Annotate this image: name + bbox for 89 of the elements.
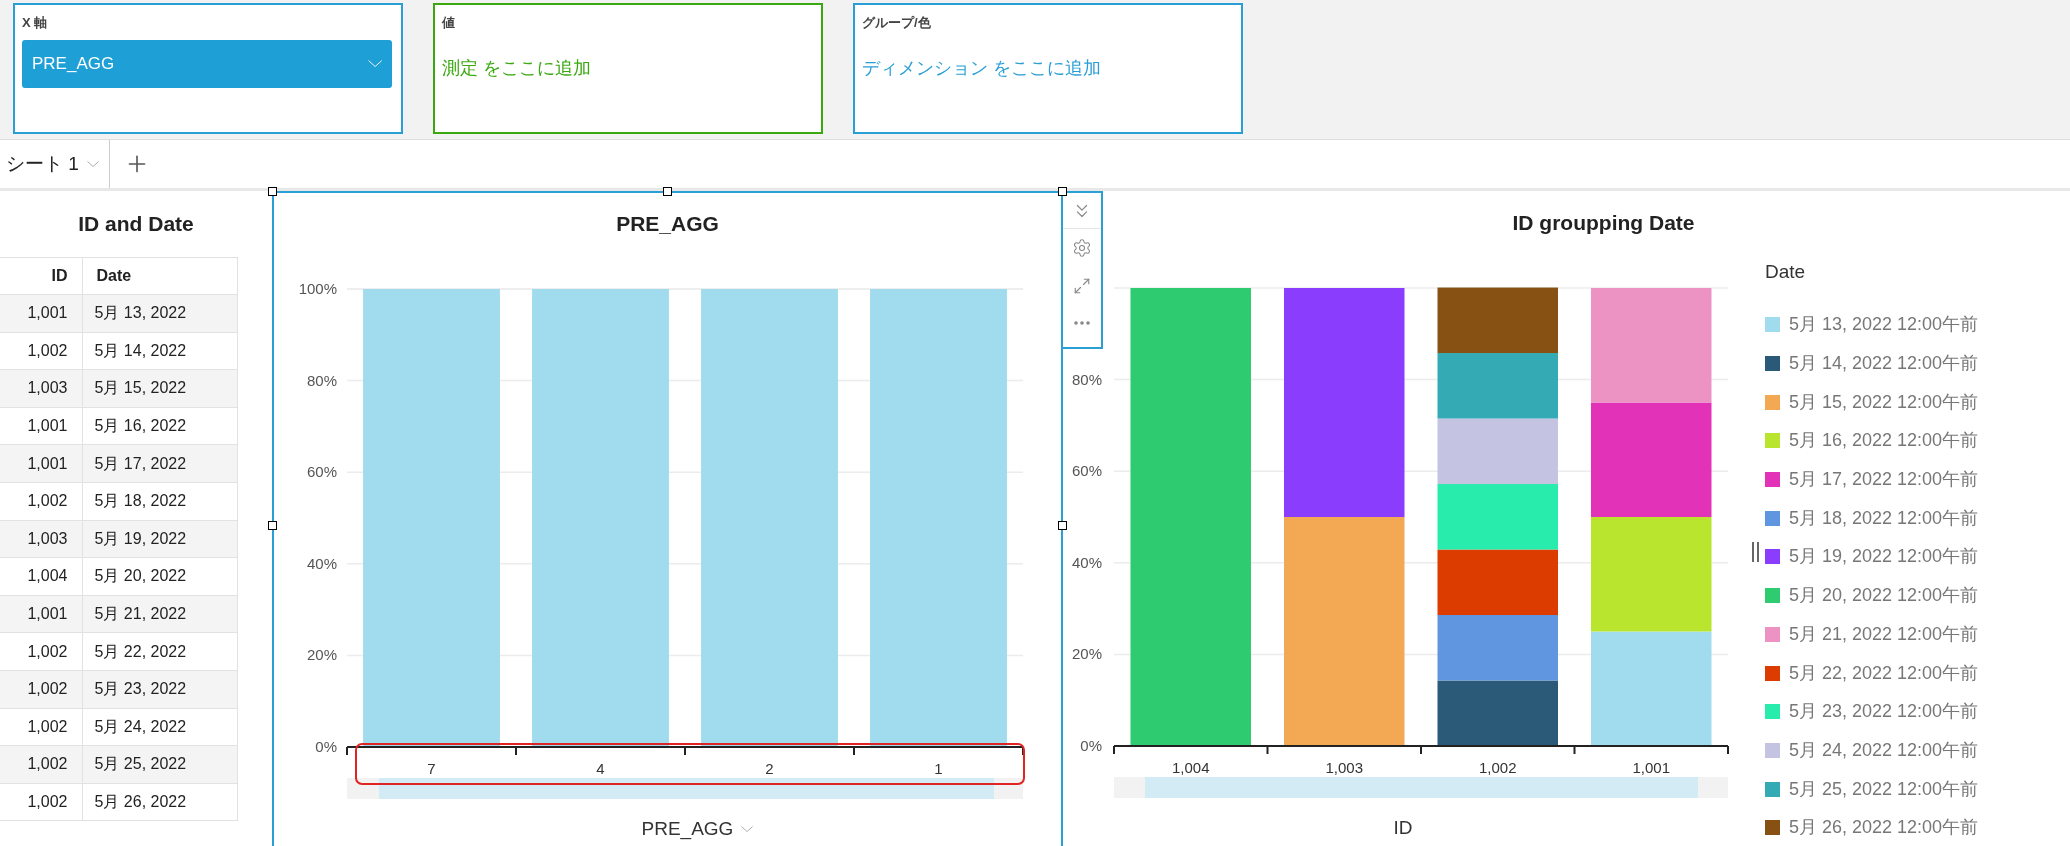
legend-item[interactable]: 5月 25, 2022 12:00午前	[1789, 775, 1979, 803]
axis-title-dropdown[interactable]: PRE_AGG	[641, 814, 754, 844]
table-cell: 5月 23, 2022	[82, 670, 238, 709]
table-cell: 5月 21, 2022	[82, 595, 238, 633]
drop-target[interactable]: ディメンション をここに追加	[862, 54, 1101, 82]
legend-item[interactable]: 5月 20, 2022 12:00午前	[1789, 582, 1979, 610]
table-cell: 5月 26, 2022	[82, 783, 238, 821]
axis-tick-label: 4	[596, 760, 605, 777]
settings-icon	[1072, 238, 1092, 258]
legend-item[interactable]: 5月 15, 2022 12:00午前	[1789, 388, 1979, 416]
axis-title: ID	[1393, 816, 1413, 841]
table-cell: 5月 19, 2022	[82, 520, 238, 558]
legend-item[interactable]: 5月 22, 2022 12:00午前	[1789, 659, 1979, 687]
field-well-label: グループ/色	[862, 14, 931, 32]
axis-tick-label: 40%	[306, 554, 337, 572]
chevron-down-icon	[86, 160, 99, 167]
resize-handle[interactable]	[1058, 521, 1067, 530]
visual-title: PRE_AGG	[616, 211, 719, 238]
field-dropdown[interactable]: PRE_AGG	[22, 39, 392, 88]
column-header[interactable]: Date	[82, 257, 238, 295]
axis-tick-label: 20%	[1071, 645, 1102, 663]
resize-handle[interactable]	[663, 187, 672, 196]
table-cell: 1,001	[0, 407, 82, 445]
expand-icon	[1073, 277, 1091, 295]
axis-tick-label: 1,001	[1632, 759, 1670, 776]
axis-tick-label: 40%	[1071, 553, 1102, 571]
table-cell: 5月 16, 2022	[82, 407, 238, 445]
more-icon	[1074, 321, 1090, 325]
table-cell: 5月 25, 2022	[82, 745, 238, 784]
column-header[interactable]: ID	[0, 257, 82, 295]
field-well-label: 値	[442, 14, 455, 32]
legend-item[interactable]: 5月 18, 2022 12:00午前	[1789, 504, 1979, 532]
axis-tick-label: 1	[934, 760, 943, 777]
table-cell: 5月 18, 2022	[82, 482, 238, 521]
axis-tick-label: 60%	[1071, 462, 1102, 480]
axis-tick-label: 1,004	[1172, 759, 1210, 776]
axis-tick-label: 1,002	[1479, 759, 1517, 776]
axis-tick-label: 100%	[298, 280, 337, 297]
axis-tick-label: 80%	[306, 371, 337, 389]
table-cell: 1,003	[0, 369, 82, 408]
table-cell: 5月 17, 2022	[82, 444, 238, 483]
table-cell: 1,002	[0, 783, 82, 821]
table-cell: 1,001	[0, 444, 82, 483]
legend-title: Date	[1765, 260, 1807, 284]
visual-title: ID groupping Date	[1512, 209, 1695, 236]
resize-handle[interactable]	[268, 521, 277, 530]
legend-item[interactable]: 5月 13, 2022 12:00午前	[1789, 311, 1979, 339]
axis-tick-label: 20%	[306, 646, 337, 664]
legend-item[interactable]: 5月 23, 2022 12:00午前	[1789, 698, 1979, 726]
table-cell: 1,002	[0, 670, 82, 709]
legend-item[interactable]: 5月 14, 2022 12:00午前	[1789, 350, 1979, 378]
axis-tick-label: 0%	[315, 738, 337, 755]
table-cell: 5月 15, 2022	[82, 369, 238, 408]
axis-tick-label: 0%	[1080, 737, 1102, 754]
table-cell: 5月 20, 2022	[82, 557, 238, 596]
visual-title: ID and Date	[78, 211, 194, 238]
table-cell: 5月 14, 2022	[82, 332, 238, 370]
resize-handle[interactable]	[268, 187, 277, 196]
table-cell: 1,002	[0, 745, 82, 784]
table-cell: 1,002	[0, 632, 82, 671]
table-cell: 5月 22, 2022	[82, 632, 238, 671]
table-cell: 1,003	[0, 520, 82, 558]
axis-tick-label: 2	[765, 760, 774, 777]
legend-item[interactable]: 5月 19, 2022 12:00午前	[1789, 543, 1979, 571]
table-cell: 1,001	[0, 294, 82, 333]
legend-item[interactable]: 5月 24, 2022 12:00午前	[1789, 736, 1979, 764]
legend-item[interactable]: 5月 26, 2022 12:00午前	[1789, 814, 1979, 842]
field-well-label: X 軸	[22, 14, 48, 32]
drag-handle-icon[interactable]	[1752, 542, 1759, 562]
table-cell: 5月 24, 2022	[82, 708, 238, 746]
scrollbar[interactable]	[347, 778, 1023, 799]
legend-item[interactable]: 5月 21, 2022 12:00午前	[1789, 620, 1979, 648]
table-cell: 1,001	[0, 595, 82, 633]
chevron-down-icon	[367, 59, 382, 68]
table-cell: 1,002	[0, 482, 82, 521]
legend-item[interactable]: 5月 17, 2022 12:00午前	[1789, 466, 1979, 494]
table-cell: 1,004	[0, 557, 82, 596]
axis-tick-label: 60%	[306, 463, 337, 481]
table-cell: 1,002	[0, 332, 82, 370]
scrollbar[interactable]	[1114, 777, 1728, 798]
legend-item[interactable]: 5月 16, 2022 12:00午前	[1789, 427, 1979, 455]
axis-tick-label: 7	[427, 760, 436, 777]
chevron-down-icon	[741, 826, 754, 833]
resize-handle[interactable]	[1058, 187, 1067, 196]
drop-target[interactable]: 測定 をここに追加	[442, 54, 591, 82]
axis-tick-label: 1,003	[1325, 759, 1363, 776]
table-cell: 5月 13, 2022	[82, 294, 238, 333]
axis-tick-label: 80%	[1071, 370, 1102, 388]
table-cell: 1,002	[0, 708, 82, 746]
